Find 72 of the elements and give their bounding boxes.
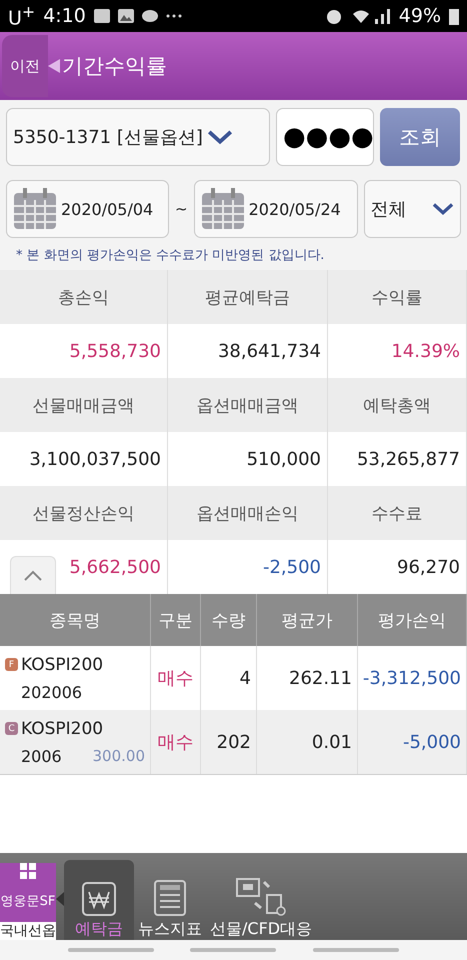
summary-value: 96,270 <box>397 556 460 578</box>
toolbar-tab[interactable]: 뉴스지표 <box>134 860 206 940</box>
collapse-button[interactable] <box>10 556 56 594</box>
back-button[interactable]: 이전 <box>2 35 48 97</box>
average-price-cell: 0.01 <box>312 732 352 752</box>
summary-label: 선물정산손익 <box>0 486 168 540</box>
summary-value: 5,558,730 <box>69 340 161 362</box>
instrument-code: 202006 <box>21 682 82 702</box>
chevron-down-icon <box>206 129 233 145</box>
instrument-name: KOSPI200 <box>21 654 104 674</box>
summary-value: 53,265,877 <box>356 448 460 470</box>
instrument-type-badge: C <box>5 722 18 735</box>
newspaper-icon <box>153 879 187 917</box>
instrument-name: KOSPI200 <box>21 718 104 738</box>
summary-label: 수수료 <box>328 486 467 540</box>
summary-label: 옵션매매손익 <box>168 486 328 540</box>
battery-icon <box>449 7 459 25</box>
battery-percent: 49% <box>398 5 441 27</box>
summary-value: -2,500 <box>262 556 321 578</box>
filter-select[interactable]: 전체 <box>364 180 461 238</box>
wifi-signal-icon <box>350 7 391 25</box>
column-header: 평가손익 <box>358 594 467 646</box>
summary-value: 38,641,734 <box>218 340 321 362</box>
column-header: 수량 <box>201 594 257 646</box>
app-notification-icon <box>94 9 110 23</box>
strike-price: 300.00 <box>92 746 145 766</box>
trade-side: 매수 <box>158 667 194 690</box>
clock: 4:10 <box>43 5 86 27</box>
account-select[interactable]: 5350-1371 [선물옵션] <box>6 108 270 166</box>
chevron-down-icon <box>432 202 454 216</box>
grid-icon <box>20 863 36 879</box>
carrier-label: U$^{+}$ <box>8 2 36 30</box>
triangle-left-icon <box>48 59 60 73</box>
password-field[interactable]: ●●●● <box>276 108 374 166</box>
calendar-icon <box>13 188 57 230</box>
summary-value: 14.39% <box>391 340 460 362</box>
trade-side: 매수 <box>158 731 194 754</box>
instrument-type-badge: F <box>5 658 18 671</box>
summary-label: 총손익 <box>0 270 168 324</box>
chevron-up-icon <box>23 570 43 582</box>
instrument-code: 2006 <box>21 746 62 766</box>
screen-title: 기간수익률 <box>62 53 167 80</box>
profit-loss-cell: -3,312,500 <box>362 668 461 688</box>
chat-icon <box>142 10 158 22</box>
won-icon <box>81 881 117 917</box>
summary-label: 예탁총액 <box>328 378 467 432</box>
end-date-field[interactable]: 2020/05/24 <box>194 180 358 238</box>
toolbar-tab[interactable]: 선물/CFD대응 <box>206 860 316 940</box>
column-header: 구분 <box>151 594 201 646</box>
start-date-field[interactable]: 2020/05/04 <box>6 180 169 238</box>
column-header: 종목명 <box>0 594 151 646</box>
app-switch-button[interactable]: 영웅문SF 국내선옵 <box>0 863 56 940</box>
summary-value: 510,000 <box>246 448 321 470</box>
alarm-icon <box>324 7 343 25</box>
summary-label: 선물매매금액 <box>0 378 168 432</box>
summary-label: 옵션매매금액 <box>168 378 328 432</box>
average-price-cell: 262.11 <box>289 668 352 688</box>
summary-value: 3,100,037,500 <box>29 448 161 470</box>
summary-label: 수익률 <box>328 270 467 324</box>
quantity-cell: 202 <box>216 732 251 752</box>
summary-value: 5,662,500 <box>69 556 161 578</box>
column-header: 평균가 <box>257 594 358 646</box>
transfer-icon <box>235 877 288 917</box>
summary-label: 평균예탁금 <box>168 270 328 324</box>
notice-text: * 본 화면의 평가손익은 수수료가 미반영된 값입니다. <box>0 242 467 270</box>
profit-loss-cell: -5,000 <box>402 732 461 752</box>
calendar-icon <box>200 188 245 230</box>
more-icon <box>166 14 182 18</box>
image-icon <box>118 9 134 23</box>
range-separator: ~ <box>175 200 188 218</box>
quantity-cell: 4 <box>240 668 251 688</box>
triangle-left-icon <box>56 892 64 906</box>
